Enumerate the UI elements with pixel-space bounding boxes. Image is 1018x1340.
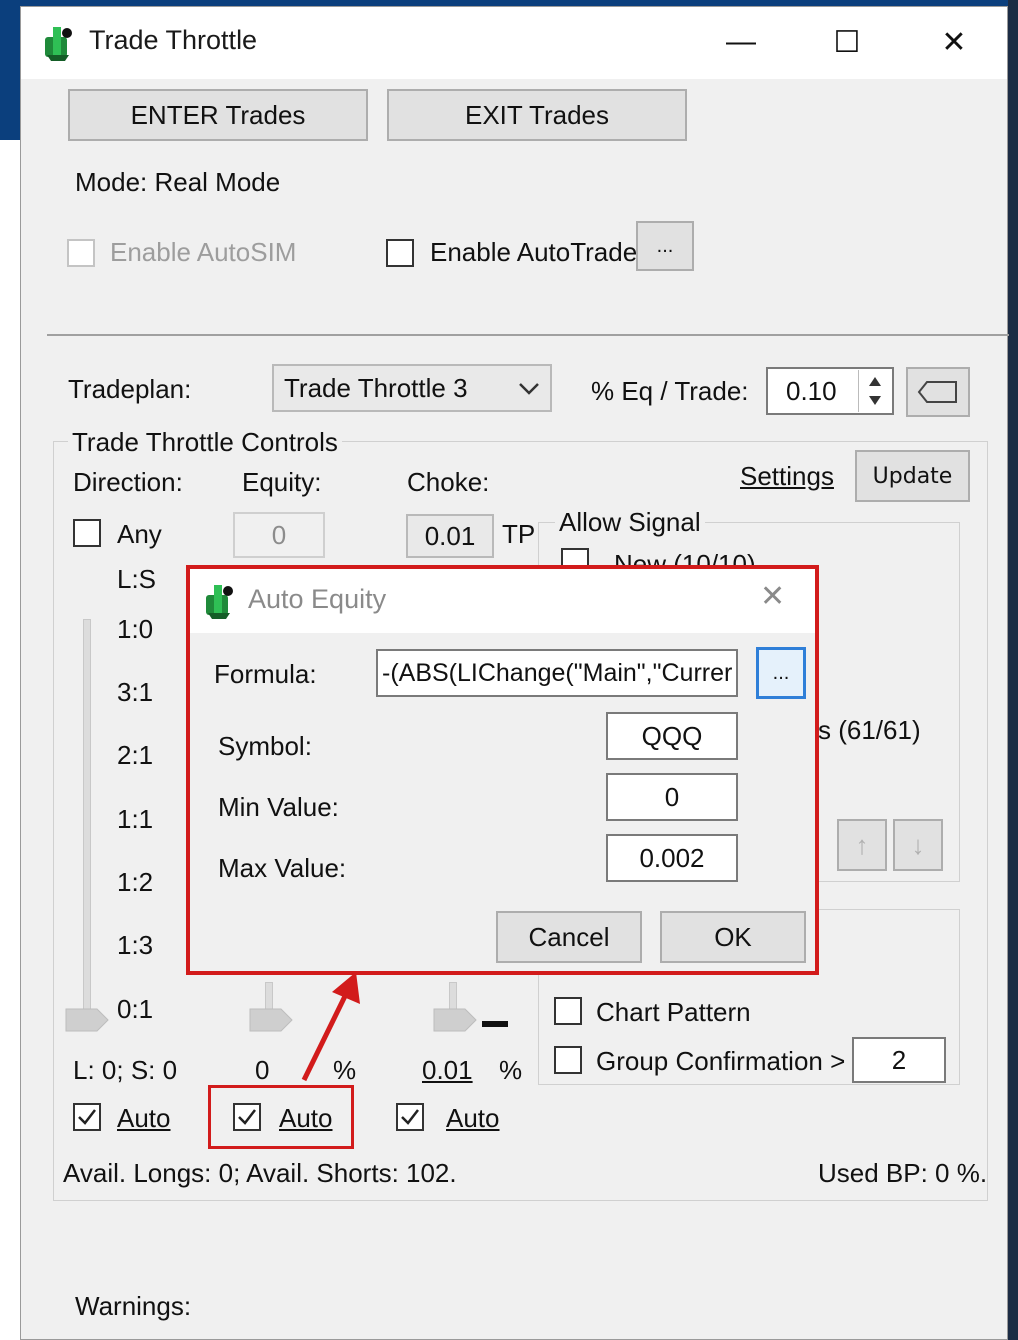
formula-input[interactable]: -(ABS(LIChange("Main","Currer [376, 649, 738, 697]
equity-value-input[interactable]: 0 [233, 512, 325, 558]
choke-label: Choke: [407, 467, 490, 497]
direction-auto-label[interactable]: Auto [117, 1103, 171, 1134]
signal-count-label: s (61/61) [818, 715, 921, 745]
min-value-label: Min Value: [218, 792, 339, 822]
settings-link[interactable]: Settings [740, 461, 834, 492]
close-button[interactable]: ✕ [914, 17, 994, 67]
direction-label: Direction: [73, 467, 183, 497]
eq-per-trade-value: 0.10 [786, 375, 837, 406]
direction-slider-track[interactable] [83, 619, 91, 1023]
used-bp-text: Used BP: 0 %. [818, 1158, 988, 1188]
checkmark-icon [401, 1109, 419, 1125]
avail-text: Avail. Longs: 0; Avail. Shorts: 102. [63, 1158, 457, 1188]
eq-spinner[interactable] [858, 370, 891, 412]
any-direction-checkbox[interactable] [73, 519, 101, 547]
update-button[interactable]: Update [855, 450, 970, 502]
allow-signal-title: Allow Signal [555, 507, 705, 538]
maximize-button[interactable]: ☐ [807, 17, 887, 67]
tag-icon [917, 381, 957, 403]
checkmark-icon [78, 1109, 96, 1125]
choke-level-mark [482, 1021, 508, 1027]
direction-slider-thumb[interactable] [65, 1008, 109, 1032]
equity-status: 0 [255, 1055, 270, 1085]
callout-arrow-icon [301, 972, 360, 1082]
ratio-label-4: 1:1 [117, 804, 154, 834]
ratio-label-5: 1:2 [117, 867, 154, 897]
desktop-background-right [1008, 0, 1018, 1340]
enter-trades-button[interactable]: ENTER Trades [68, 89, 368, 141]
spinner-down-icon[interactable] [867, 394, 883, 408]
group-confirmation-label: Group Confirmation > [596, 1046, 846, 1076]
move-down-button[interactable]: ↓ [893, 819, 943, 871]
direction-auto-checkbox[interactable] [73, 1103, 101, 1131]
ratio-label-2: 3:1 [117, 677, 154, 707]
tradeplan-label: Tradeplan: [68, 374, 192, 404]
equity-slider-thumb[interactable] [249, 1008, 293, 1032]
formula-label: Formula: [214, 659, 317, 689]
warnings-label: Warnings: [75, 1291, 192, 1321]
window-title: Trade Throttle [89, 25, 258, 55]
choke-value-input[interactable]: 0.01 [406, 514, 494, 558]
ls-status: L: 0; S: 0 [73, 1055, 178, 1085]
max-value-input[interactable]: 0.002 [606, 834, 738, 882]
chart-pattern-checkbox[interactable] [554, 997, 582, 1025]
ratio-label-1: 1:0 [117, 614, 154, 644]
tp-label: TP [502, 519, 536, 549]
title-bar: Trade Throttle — ☐ ✕ [21, 7, 1007, 79]
dialog-title-bar: Auto Equity ✕ [190, 569, 815, 633]
any-direction-label: Any [117, 519, 162, 549]
ratio-label-6: 1:3 [117, 930, 154, 960]
app-logo-icon [45, 27, 72, 61]
choke-status-link[interactable]: 0.01 [422, 1055, 473, 1086]
mode-label: Mode: Real Mode [75, 167, 281, 197]
tradeplan-selected-value: Trade Throttle 3 [284, 372, 468, 403]
eq-per-trade-label: % Eq / Trade: [591, 376, 749, 406]
app-logo-icon [206, 585, 233, 619]
choke-slider-thumb[interactable] [433, 1008, 477, 1032]
chart-pattern-label: Chart Pattern [596, 997, 751, 1027]
desktop-background-left [0, 0, 22, 140]
controls-group-title: Trade Throttle Controls [68, 427, 342, 458]
enable-autotrade-checkbox[interactable] [386, 239, 414, 267]
choke-auto-checkbox[interactable] [396, 1103, 424, 1131]
auto-checkbox-highlight [208, 1085, 354, 1149]
ratio-label-3: 2:1 [117, 740, 154, 770]
min-value-input[interactable]: 0 [606, 773, 738, 821]
spinner-up-icon[interactable] [867, 374, 883, 388]
enable-autosim-checkbox[interactable] [67, 239, 95, 267]
move-up-button[interactable]: ↑ [837, 819, 887, 871]
choke-pct: % [499, 1055, 523, 1085]
cancel-button[interactable]: Cancel [496, 911, 642, 963]
symbol-input[interactable]: QQQ [606, 712, 738, 760]
group-confirmation-input[interactable]: 2 [852, 1037, 946, 1083]
group-confirmation-checkbox[interactable] [554, 1046, 582, 1074]
ls-label: L:S [117, 564, 157, 594]
minimize-button[interactable]: — [701, 17, 781, 67]
symbol-label: Symbol: [218, 731, 312, 761]
exit-trades-button[interactable]: EXIT Trades [387, 89, 687, 141]
dialog-close-button[interactable]: ✕ [760, 579, 785, 614]
enable-autotrade-label: Enable AutoTrade [430, 237, 638, 267]
tradeplan-select[interactable]: Trade Throttle 3 [272, 364, 552, 412]
ratio-label-7: 0:1 [117, 994, 154, 1024]
ok-button[interactable]: OK [660, 911, 806, 963]
equity-label: Equity: [242, 467, 322, 497]
autotrade-settings-button[interactable]: ... [636, 221, 694, 271]
tag-button[interactable] [906, 367, 970, 417]
choke-auto-label[interactable]: Auto [446, 1103, 500, 1134]
dialog-title: Auto Equity [248, 584, 387, 614]
formula-editor-button[interactable]: ... [756, 647, 806, 699]
separator [47, 334, 1009, 336]
auto-equity-dialog: Auto Equity ✕ Formula: -(ABS(LIChange("M… [186, 565, 819, 975]
chevron-down-icon [519, 383, 539, 395]
enable-autosim-label: Enable AutoSIM [110, 237, 297, 267]
max-value-label: Max Value: [218, 853, 347, 883]
